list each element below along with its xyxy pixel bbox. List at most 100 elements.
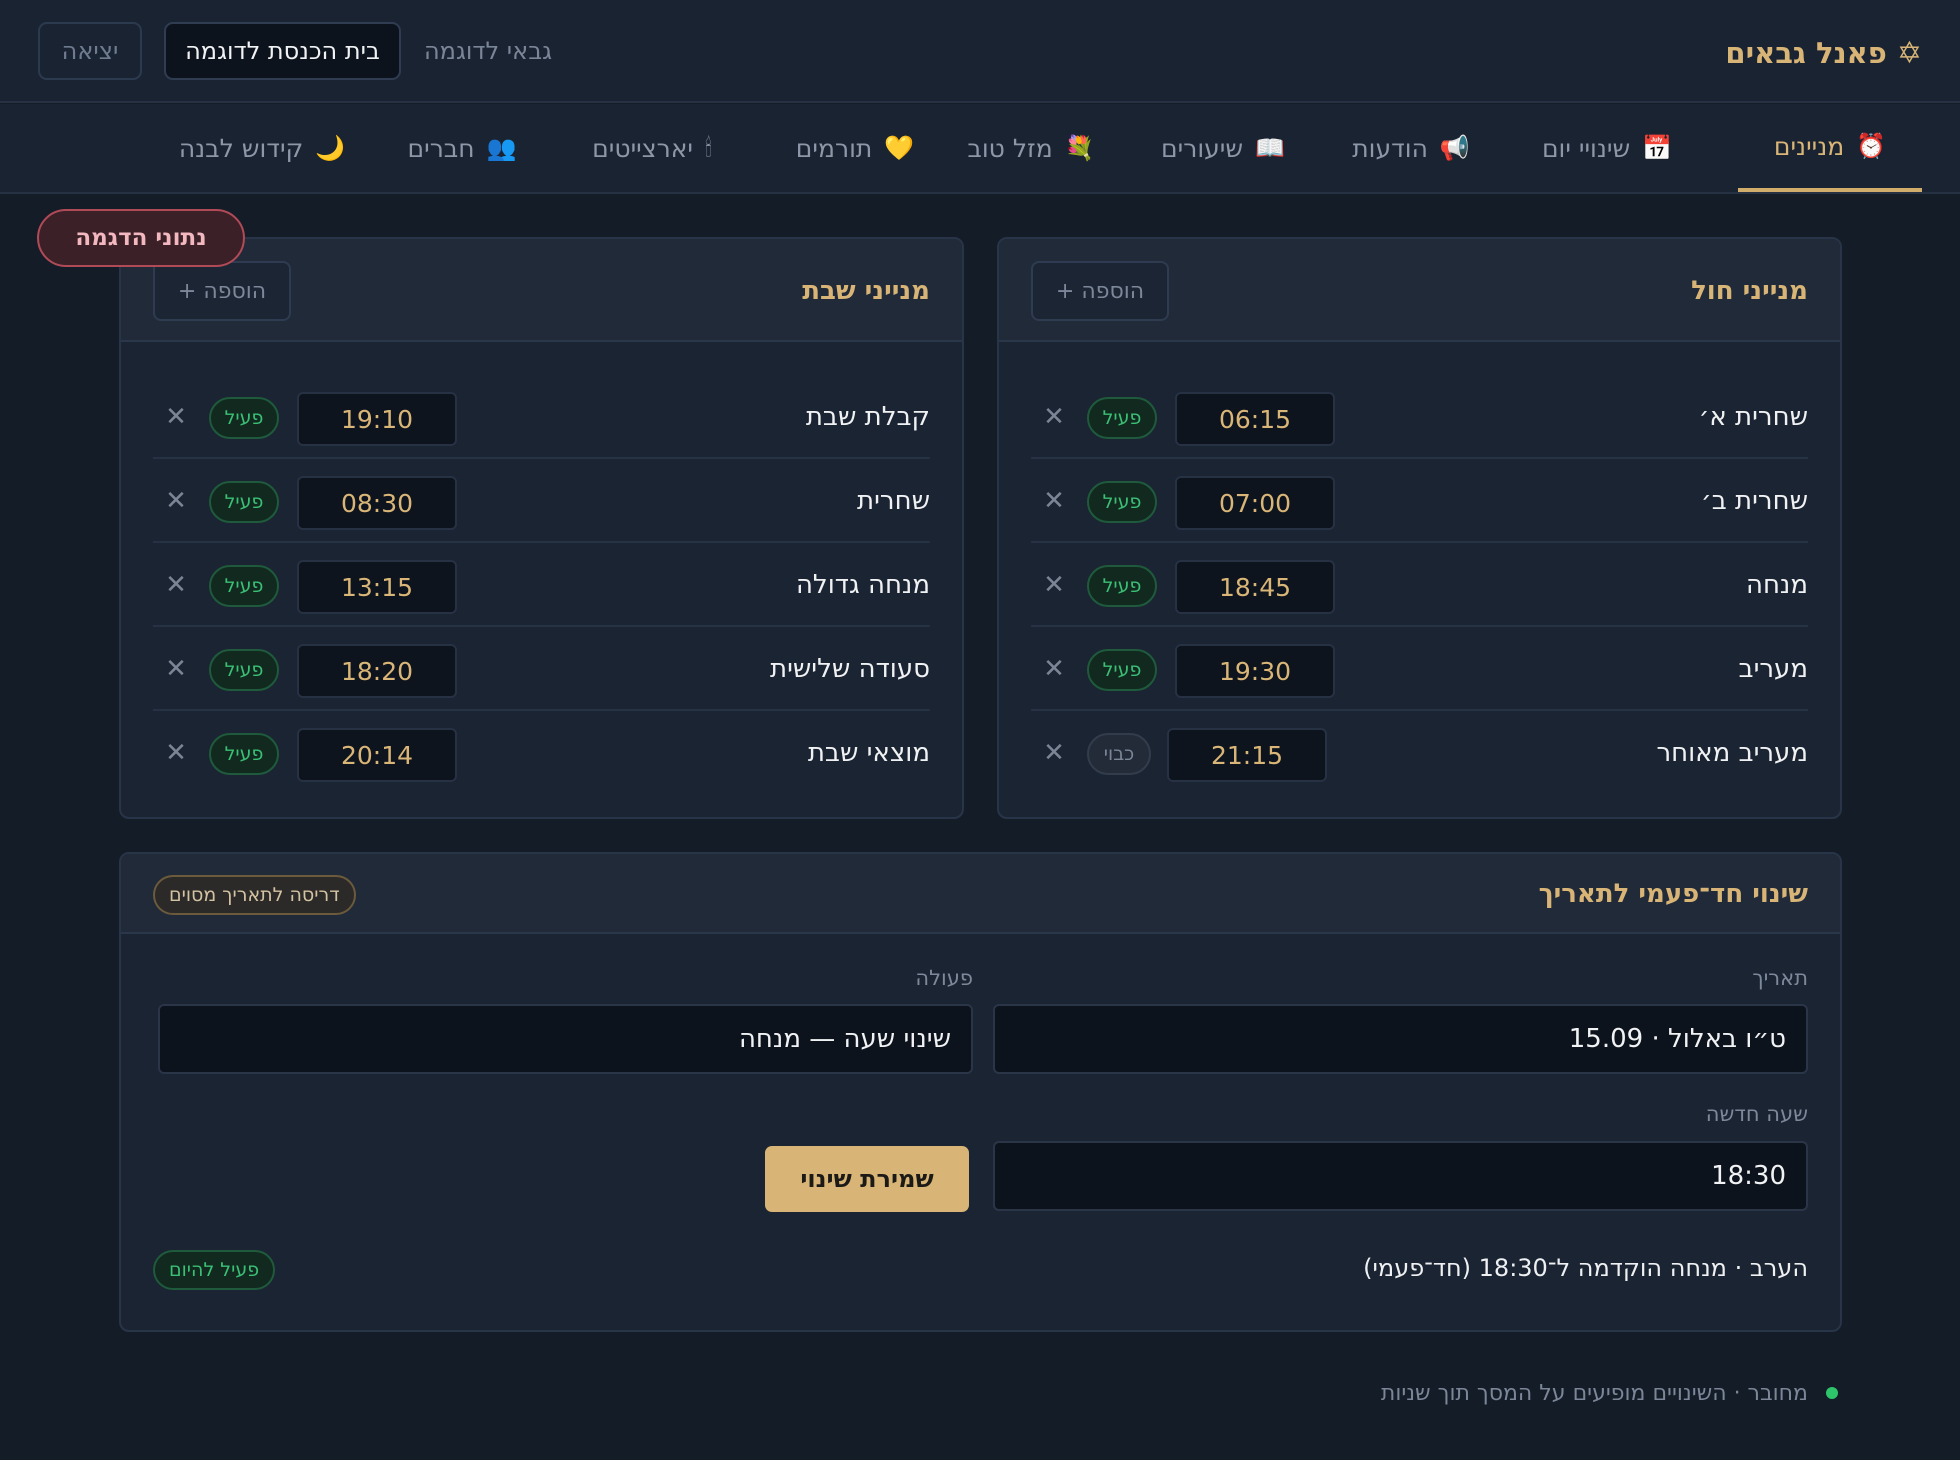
delete-icon[interactable]: ✕ <box>1039 570 1069 600</box>
card-header: שינוי חד־פעמי לתאריך דריסה לתאריך מסוים <box>121 854 1840 934</box>
tab-donors[interactable]: 💛 תורמים <box>780 104 930 192</box>
tab-mazal-tov[interactable]: 💐 מזל טוב <box>946 104 1116 192</box>
delete-icon[interactable]: ✕ <box>1039 738 1069 768</box>
weekday-minyanim-card: מנייני חול + הוספה שחרית א׳ 06:15 פעיל ✕… <box>997 237 1842 819</box>
minyan-row: מנחה גדולה 13:15 פעיל ✕ <box>153 543 930 627</box>
brand: ✡ פאנל גבאים <box>1725 30 1922 76</box>
minyan-name: סעודה שלישית <box>769 654 930 684</box>
action-select[interactable]: שינוי שעה — מנחה <box>158 1004 973 1074</box>
minyan-name: מעריב מאוחר <box>1656 738 1808 768</box>
tab-label: שיעורים <box>1161 133 1244 163</box>
tab-day-changes[interactable]: 📅 שינויי יום <box>1504 104 1710 192</box>
card-header: מנייני שבת + הוספה <box>121 239 962 342</box>
status-dot-icon <box>1826 1387 1838 1399</box>
minyan-row: מעריב 19:30 פעיל ✕ <box>1031 627 1808 711</box>
minyan-name: מנחה גדולה <box>795 570 930 600</box>
tab-kiddush-levana[interactable]: 🌙 קידוש לבנה <box>174 104 350 192</box>
minyan-name: מנחה <box>1745 570 1808 600</box>
tab-label: קידוש לבנה <box>178 133 304 163</box>
override-tag: דריסה לתאריך מסוים <box>153 875 356 915</box>
user-label: גבאי לדוגמה <box>424 37 552 65</box>
tab-members[interactable]: 👥 חברים <box>400 104 524 192</box>
minyan-time-input[interactable]: 18:20 <box>297 644 457 698</box>
logout-button[interactable]: יציאה <box>38 22 142 80</box>
tab-label: מניינים <box>1773 131 1845 161</box>
card-title: מנייני חול <box>1691 275 1808 306</box>
minyan-time-input[interactable]: 20:14 <box>297 728 457 782</box>
minyan-row: שחרית א׳ 06:15 פעיל ✕ <box>1031 375 1808 459</box>
minyan-name: שחרית א׳ <box>1698 402 1808 432</box>
top-bar: ✡ פאנל גבאים גבאי לדוגמה בית הכנסת לדוגמ… <box>0 0 1960 103</box>
brand-title: פאנל גבאים <box>1725 36 1887 70</box>
status-toggle[interactable]: פעיל <box>209 481 279 523</box>
card-title: מנייני שבת <box>802 275 930 306</box>
minyan-time-input[interactable]: 19:30 <box>1175 644 1335 698</box>
tab-minyanim[interactable]: ⏰ מניינים <box>1738 104 1922 192</box>
minyan-row: מוצאי שבת 20:14 פעיל ✕ <box>153 711 930 795</box>
minyan-row: סעודה שלישית 18:20 פעיל ✕ <box>153 627 930 711</box>
card-title: שינוי חד־פעמי לתאריך <box>1538 879 1808 909</box>
status-toggle[interactable]: פעיל <box>209 397 279 439</box>
minyan-time-input[interactable]: 13:15 <box>297 560 457 614</box>
tab-yahrzeits[interactable]: 🕯 יארצייטים <box>570 104 734 192</box>
synagogue-selector-button[interactable]: בית הכנסת לדוגמה <box>164 22 401 80</box>
delete-icon[interactable]: ✕ <box>161 738 191 768</box>
connection-status: מחובר · השינויים מופיעים על המסך תוך שני… <box>1381 1376 1838 1410</box>
tab-label: חברים <box>407 133 475 163</box>
date-label: תאריך <box>1752 966 1808 990</box>
minyan-name: קבלת שבת <box>805 402 930 432</box>
status-toggle[interactable]: פעיל <box>1087 565 1157 607</box>
candle-icon: 🕯 <box>705 134 712 162</box>
minyan-name: שחרית <box>857 486 930 516</box>
bouquet-icon: 💐 <box>1064 134 1095 162</box>
new-time-field[interactable]: 18:30 <box>993 1141 1808 1211</box>
add-minyan-button[interactable]: + הוספה <box>153 261 291 321</box>
card-header: מנייני חול + הוספה <box>999 239 1840 342</box>
moon-icon: 🌙 <box>315 134 346 162</box>
delete-icon[interactable]: ✕ <box>161 486 191 516</box>
demo-data-badge: נתוני הדגמה <box>37 209 245 267</box>
tab-bar: ⏰ מניינים 📅 שינויי יום 📢 הודעות 📖 שיעורי… <box>0 104 1960 194</box>
status-toggle[interactable]: פעיל <box>209 733 279 775</box>
tab-label: הודעות <box>1352 133 1428 163</box>
delete-icon[interactable]: ✕ <box>1039 402 1069 432</box>
active-today-badge: פעיל להיום <box>153 1250 276 1290</box>
minyan-time-input[interactable]: 18:45 <box>1175 560 1335 614</box>
status-toggle[interactable]: פעיל <box>1087 397 1157 439</box>
status-toggle[interactable]: פעיל <box>209 565 279 607</box>
people-icon: 👥 <box>486 134 517 162</box>
tab-label: מזל טוב <box>967 133 1053 163</box>
save-change-button[interactable]: שמירת שינוי <box>765 1146 969 1212</box>
status-toggle[interactable]: פעיל <box>1087 481 1157 523</box>
delete-icon[interactable]: ✕ <box>1039 654 1069 684</box>
minyan-name: מוצאי שבת <box>807 738 930 768</box>
minyan-row: קבלת שבת 19:10 פעיל ✕ <box>153 375 930 459</box>
minyan-name: מעריב <box>1738 654 1808 684</box>
tab-lessons[interactable]: 📖 שיעורים <box>1132 104 1314 192</box>
minyan-time-input[interactable]: 19:10 <box>297 392 457 446</box>
delete-icon[interactable]: ✕ <box>1039 486 1069 516</box>
date-field[interactable]: ט״ו באלול · 15.09 <box>993 1004 1808 1074</box>
tab-label: תורמים <box>795 133 873 163</box>
book-icon: 📖 <box>1255 134 1285 162</box>
delete-icon[interactable]: ✕ <box>161 570 191 600</box>
delete-icon[interactable]: ✕ <box>161 402 191 432</box>
status-toggle[interactable]: פעיל <box>209 649 279 691</box>
connection-status-text: מחובר · השינויים מופיעים על המסך תוך שני… <box>1380 1380 1808 1406</box>
star-of-david-icon: ✡ <box>1896 35 1922 71</box>
delete-icon[interactable]: ✕ <box>161 654 191 684</box>
tab-announcements[interactable]: 📢 הודעות <box>1330 104 1492 192</box>
minyan-time-input[interactable]: 21:15 <box>1167 728 1327 782</box>
minyan-time-input[interactable]: 08:30 <box>297 476 457 530</box>
minyan-row: מעריב מאוחר 21:15 כבוי ✕ <box>1031 711 1808 795</box>
megaphone-icon: 📢 <box>1439 134 1470 162</box>
tab-label: יארצייטים <box>592 133 693 163</box>
add-minyan-button[interactable]: + הוספה <box>1031 261 1169 321</box>
status-toggle[interactable]: פעיל <box>1087 649 1157 691</box>
one-time-override-card: שינוי חד־פעמי לתאריך דריסה לתאריך מסוים … <box>119 852 1842 1332</box>
status-toggle[interactable]: כבוי <box>1087 733 1151 775</box>
minyan-time-input[interactable]: 07:00 <box>1175 476 1335 530</box>
minyan-time-input[interactable]: 06:15 <box>1175 392 1335 446</box>
heart-icon: 💛 <box>884 134 915 162</box>
minyan-row: שחרית ב׳ 07:00 פעיל ✕ <box>1031 459 1808 543</box>
